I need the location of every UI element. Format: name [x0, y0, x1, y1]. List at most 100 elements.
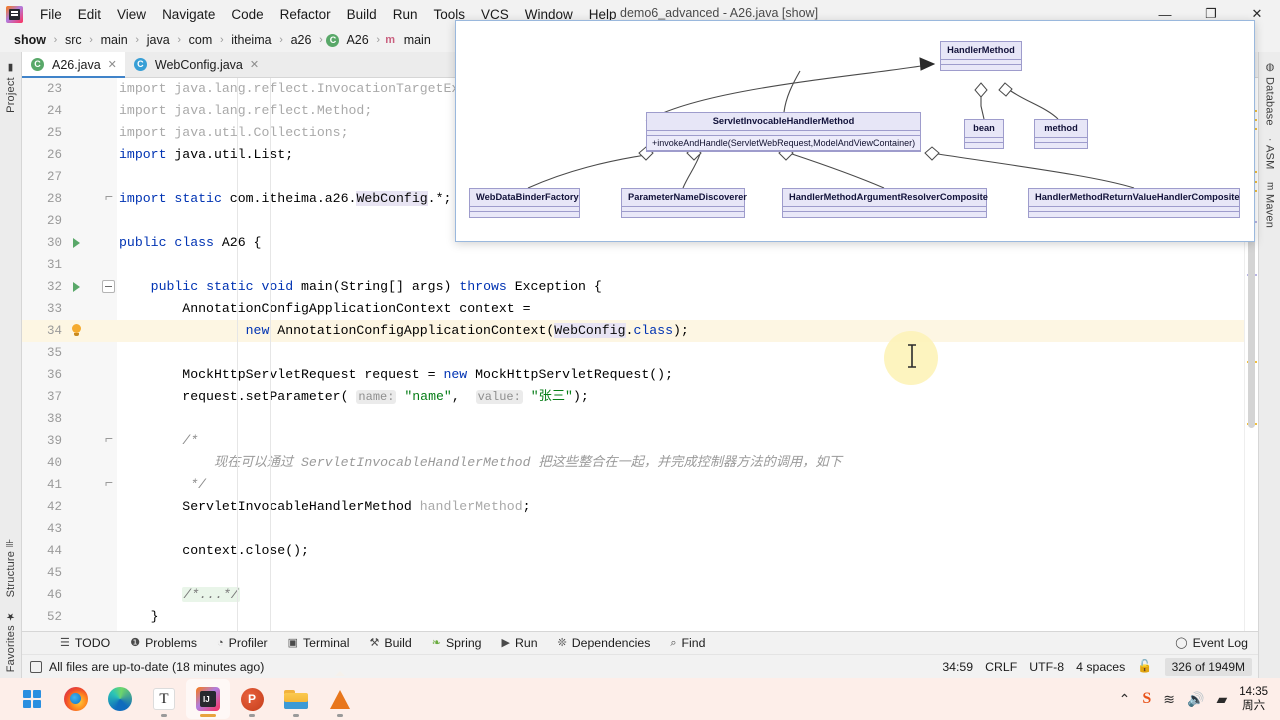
taskbar-file-explorer[interactable]: [274, 679, 318, 719]
close-icon[interactable]: ✕: [250, 58, 259, 71]
gutter-icons[interactable]: [68, 100, 117, 122]
gutter-row[interactable]: 37: [22, 386, 117, 408]
code-line[interactable]: [117, 254, 1244, 276]
code-line[interactable]: 现在可以通过 ServletInvocableHandlerMethod 把这些…: [117, 452, 1244, 474]
tool-window-spring[interactable]: ❧ Spring: [422, 636, 492, 650]
code-line[interactable]: MockHttpServletRequest request = new Moc…: [117, 364, 1244, 386]
line-separator[interactable]: CRLF: [985, 660, 1017, 674]
gutter-icons[interactable]: [68, 606, 117, 628]
gutter-icons[interactable]: [68, 452, 117, 474]
chevron-up-icon[interactable]: ⌃: [1119, 692, 1131, 706]
menu-navigate[interactable]: Navigate: [154, 4, 223, 25]
memory-indicator[interactable]: 326 of 1949M: [1164, 657, 1252, 676]
gutter-row[interactable]: 44: [22, 540, 117, 562]
gutter-row[interactable]: 36: [22, 364, 117, 386]
start-button[interactable]: [10, 679, 54, 719]
taskbar-intellij-idea[interactable]: IJ: [186, 679, 230, 719]
gutter-row[interactable]: 35: [22, 342, 117, 364]
code-line[interactable]: new AnnotationConfigApplicationContext(W…: [117, 320, 1244, 342]
gutter-icons[interactable]: [68, 584, 117, 606]
gutter-row[interactable]: 40: [22, 452, 117, 474]
breadcrumb-item-a26-class[interactable]: A26 ›: [326, 32, 383, 48]
gutter-icons[interactable]: [68, 386, 117, 408]
close-icon[interactable]: ✕: [108, 58, 117, 71]
code-line[interactable]: public static void main(String[] args) t…: [117, 276, 1244, 298]
clock[interactable]: 14:35 周六: [1239, 685, 1268, 714]
gutter-icons[interactable]: [68, 78, 117, 100]
run-gutter-icon[interactable]: [73, 238, 80, 248]
gutter-icons[interactable]: [68, 122, 117, 144]
breadcrumb-item-src[interactable]: src ›: [61, 32, 97, 48]
indent-setting[interactable]: 4 spaces: [1076, 660, 1125, 674]
gutter-icons[interactable]: [68, 232, 117, 254]
sidebar-item-database[interactable]: ◍ Database: [1262, 56, 1278, 132]
uml-class-method[interactable]: method: [1034, 119, 1088, 149]
sidebar-item-asm[interactable]: · ASM: [1262, 132, 1278, 176]
tab-webconfig-java[interactable]: WebConfig.java ✕: [124, 52, 268, 77]
menu-edit[interactable]: Edit: [70, 4, 109, 25]
gutter-row[interactable]: 23: [22, 78, 117, 100]
tool-window-terminal[interactable]: ▣ Terminal: [278, 636, 360, 650]
taskbar-typora[interactable]: T: [142, 679, 186, 719]
tab-a26-java[interactable]: A26.java ✕: [22, 52, 125, 78]
gutter-icons[interactable]: [68, 276, 117, 298]
file-encoding[interactable]: UTF-8: [1029, 660, 1064, 674]
menu-run[interactable]: Run: [385, 4, 426, 25]
uml-class-handlermethod[interactable]: HandlerMethod: [940, 41, 1022, 71]
gutter-row[interactable]: 26: [22, 144, 117, 166]
menu-view[interactable]: View: [109, 4, 154, 25]
editor-gutter[interactable]: 23 24 25 26 27 28 ⌐ 29 30 31 32 33 34 35 36 37 38 39 ⌐ 40 41…: [22, 78, 117, 631]
gutter-row[interactable]: 39 ⌐: [22, 430, 117, 452]
code-line[interactable]: [117, 562, 1244, 584]
gutter-icons[interactable]: [68, 496, 117, 518]
menu-build[interactable]: Build: [339, 4, 385, 25]
code-line[interactable]: /*: [117, 430, 1244, 452]
sidebar-item-project[interactable]: Project ▮: [3, 56, 19, 119]
gutter-row[interactable]: 27: [22, 166, 117, 188]
uml-class-handlermethodreturnvaluehandlercomposite[interactable]: HandlerMethodReturnValueHandlerComposite: [1028, 188, 1240, 218]
gutter-row[interactable]: 52: [22, 606, 117, 628]
code-line[interactable]: request.setParameter( name: "name", valu…: [117, 386, 1244, 408]
taskbar-powerpoint[interactable]: P: [230, 679, 274, 719]
tool-window-run[interactable]: ▶ Run: [492, 636, 548, 650]
gutter-row[interactable]: 46: [22, 584, 117, 606]
fold-marker-icon[interactable]: ⌐: [105, 432, 113, 448]
fold-marker-icon[interactable]: ⌐: [105, 190, 113, 206]
tool-window-build[interactable]: ⚒ Build: [360, 636, 422, 650]
gutter-row[interactable]: 28 ⌐: [22, 188, 117, 210]
code-line[interactable]: ServletInvocableHandlerMethod handlerMet…: [117, 496, 1244, 518]
gutter-row[interactable]: 25: [22, 122, 117, 144]
breadcrumb-item-show[interactable]: show ›: [10, 32, 61, 48]
sidebar-item-maven[interactable]: m Maven: [1262, 176, 1278, 235]
taskbar-edge[interactable]: [98, 679, 142, 719]
breadcrumb-item-itheima[interactable]: itheima ›: [227, 32, 286, 48]
code-line[interactable]: AnnotationConfigApplicationContext conte…: [117, 298, 1244, 320]
tool-window-todo[interactable]: ☰ TODO: [50, 636, 120, 650]
gutter-row[interactable]: 38: [22, 408, 117, 430]
breadcrumb-item-main[interactable]: main ›: [97, 32, 143, 48]
gutter-icons[interactable]: ⌐: [68, 188, 117, 210]
gutter-row[interactable]: 42: [22, 496, 117, 518]
gutter-icons[interactable]: [68, 342, 117, 364]
caret-position[interactable]: 34:59: [942, 660, 973, 674]
breadcrumb-item-com[interactable]: com ›: [185, 32, 228, 48]
gutter-icons[interactable]: ⌐: [68, 430, 117, 452]
menu-file[interactable]: File: [32, 4, 70, 25]
speaker-icon[interactable]: 🔊: [1187, 692, 1204, 706]
wifi-icon[interactable]: ≋: [1163, 692, 1175, 706]
taskbar-firefox[interactable]: [54, 679, 98, 719]
code-line[interactable]: [117, 408, 1244, 430]
run-gutter-icon[interactable]: [73, 282, 80, 292]
code-line[interactable]: }: [117, 606, 1244, 628]
code-line[interactable]: [117, 518, 1244, 540]
intention-bulb-icon[interactable]: [70, 324, 83, 337]
gutter-icons[interactable]: [68, 210, 117, 232]
tool-window-problems[interactable]: ❶ Problems: [120, 636, 207, 650]
tool-window-dependencies[interactable]: ❊ Dependencies: [548, 636, 661, 650]
gutter-icons[interactable]: [68, 320, 117, 342]
gutter-row[interactable]: 41 ⌐: [22, 474, 117, 496]
gutter-row[interactable]: 32: [22, 276, 117, 298]
sidebar-item-structure[interactable]: Structure ⊪: [3, 532, 19, 603]
breadcrumb-item-main-method[interactable]: main: [384, 32, 435, 48]
code-line[interactable]: */: [117, 474, 1244, 496]
